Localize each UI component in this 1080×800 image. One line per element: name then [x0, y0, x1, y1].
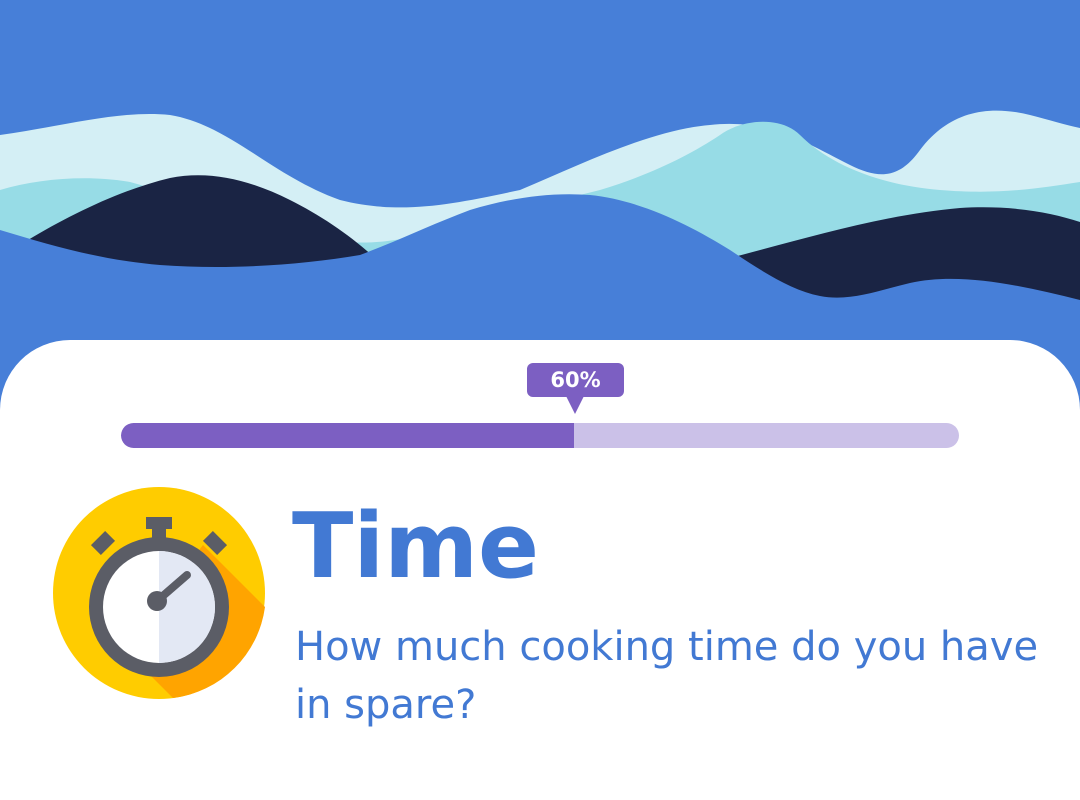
- progress-percentage-badge: 60%: [527, 363, 624, 397]
- progress-badge-pointer: [566, 396, 584, 414]
- question-title: Time: [292, 494, 540, 599]
- progress-bar-fill: [121, 423, 574, 448]
- question-text: How much cooking time do you have in spa…: [295, 624, 1039, 728]
- stopwatch-icon: [53, 487, 265, 699]
- progress-bar: [121, 423, 959, 448]
